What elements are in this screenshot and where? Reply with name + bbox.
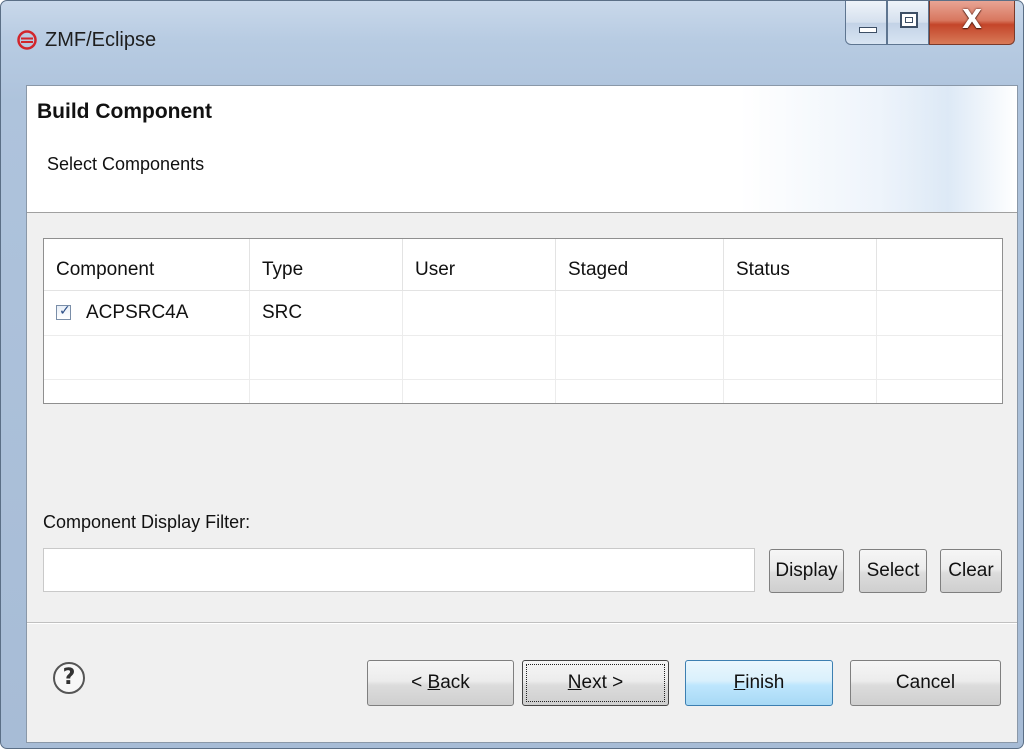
cell-type: SRC [250, 291, 403, 335]
finish-rest: inish [745, 672, 785, 693]
back-prefix: < [411, 672, 428, 693]
empty-row [44, 335, 1002, 380]
empty-cell [403, 379, 556, 403]
empty-cell [724, 335, 877, 379]
cell-status [724, 291, 877, 335]
next-mnemonic: N [567, 672, 582, 693]
maximize-icon [900, 12, 918, 28]
next-focus-ring: Next > [526, 664, 665, 702]
close-button[interactable]: X [929, 1, 1015, 45]
empty-cell [556, 335, 724, 379]
cancel-button[interactable]: Cancel [850, 660, 1001, 706]
column-header-extra[interactable] [877, 239, 1002, 291]
column-header-component[interactable]: Component [44, 239, 250, 291]
window-controls: X [845, 1, 1015, 47]
back-rest: ack [440, 672, 470, 693]
empty-cell [556, 379, 724, 403]
title-bar[interactable]: ZMF/Eclipse X [1, 1, 1023, 85]
empty-cell [877, 335, 1002, 379]
window-title: ZMF/Eclipse [45, 29, 157, 51]
dialog-window: ZMF/Eclipse X Build Component Select Com… [0, 0, 1024, 749]
minimize-icon [859, 27, 877, 33]
row-checkbox[interactable]: ✓ [56, 303, 71, 320]
wizard-header: Build Component Select Components [27, 86, 1017, 213]
column-header-staged[interactable]: Staged [556, 239, 724, 291]
finish-mnemonic: F [733, 672, 746, 693]
empty-cell [44, 379, 250, 403]
page-title: Build Component [37, 100, 212, 123]
dialog-content: Build Component Select Components Compon… [26, 85, 1018, 743]
table-row[interactable]: ✓ ACPSRC4A SRC [44, 291, 1002, 336]
zmf-logo-icon [17, 30, 37, 50]
next-button[interactable]: Next > [522, 660, 669, 706]
filter-label: Component Display Filter: [43, 512, 251, 532]
cell-component: ✓ ACPSRC4A [44, 291, 250, 335]
empty-cell [877, 379, 1002, 403]
minimize-button[interactable] [845, 1, 887, 45]
close-icon: X [961, 5, 983, 35]
next-rest: ext > [581, 672, 624, 693]
cell-extra [877, 291, 1002, 335]
display-button[interactable]: Display [769, 549, 844, 593]
empty-cell [250, 335, 403, 379]
column-header-status[interactable]: Status [724, 239, 877, 291]
help-icon[interactable]: ? [53, 662, 85, 694]
cell-staged [556, 291, 724, 335]
filter-input[interactable] [43, 548, 755, 592]
table-header: Component Type User Staged Status [44, 239, 1002, 291]
empty-cell [44, 335, 250, 379]
footer-separator [27, 622, 1017, 624]
empty-cell [250, 379, 403, 403]
maximize-button[interactable] [887, 1, 929, 45]
empty-cell [403, 335, 556, 379]
empty-cell [724, 379, 877, 403]
column-header-user[interactable]: User [403, 239, 556, 291]
page-subtitle: Select Components [47, 154, 205, 174]
finish-button[interactable]: Finish [685, 660, 833, 706]
components-table[interactable]: Component Type User Staged Status ✓ ACPS… [43, 238, 1003, 404]
clear-button[interactable]: Clear [940, 549, 1002, 593]
checkmark-icon: ✓ [59, 303, 71, 319]
empty-row [44, 379, 1002, 403]
cell-user [403, 291, 556, 335]
back-button[interactable]: < Back [367, 660, 514, 706]
back-mnemonic: B [427, 672, 441, 693]
component-name: ACPSRC4A [86, 302, 189, 323]
select-button[interactable]: Select [859, 549, 927, 593]
column-header-type[interactable]: Type [250, 239, 403, 291]
